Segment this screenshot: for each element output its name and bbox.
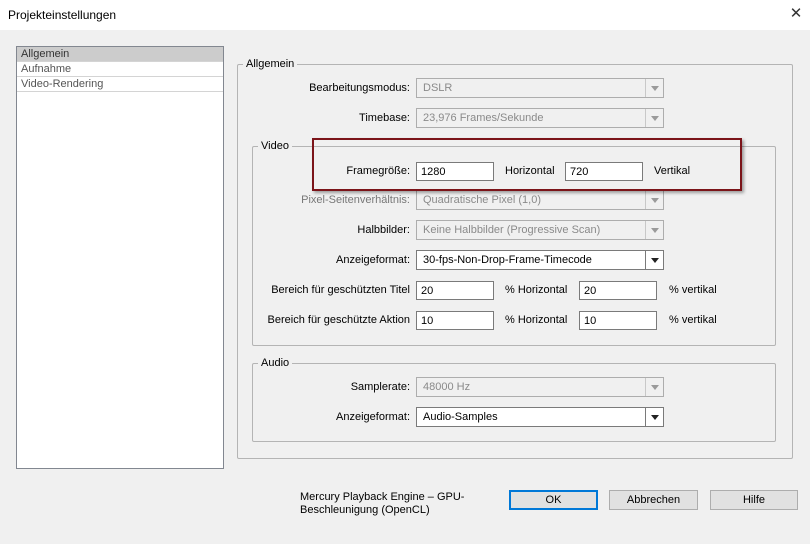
sidebar-item-video-rendering[interactable]: Video-Rendering: [17, 77, 223, 92]
audio-group-legend: Audio: [258, 357, 293, 369]
title-safe-horizontal-unit: % Horizontal: [505, 284, 568, 296]
timebase-dropdown[interactable]: 23,976 Frames/Sekunde: [416, 108, 664, 128]
title-safe-horizontal-input[interactable]: [416, 281, 494, 300]
audio-group: [252, 363, 776, 442]
window-title: Projekteinstellungen: [8, 8, 117, 22]
pixel-aspect-label: Pixel-Seitenverhältnis:: [301, 194, 410, 206]
sample-rate-label: Samplerate:: [350, 381, 410, 393]
action-safe-horizontal-input[interactable]: [416, 311, 494, 330]
timebase-value: 23,976 Frames/Sekunde: [423, 112, 544, 124]
title-bar: Projekteinstellungen ✕: [0, 0, 810, 30]
video-display-format-value: 30-fps-Non-Drop-Frame-Timecode: [423, 254, 592, 266]
help-button[interactable]: Hilfe: [710, 490, 798, 510]
settings-category-list: Allgemein Aufnahme Video-Rendering: [16, 46, 224, 469]
frame-size-highlight: [312, 138, 742, 191]
ok-button[interactable]: OK: [509, 490, 598, 510]
action-safe-vertical-unit: % vertikal: [669, 314, 717, 326]
title-safe-vertical-input[interactable]: [579, 281, 657, 300]
sample-rate-value: 48000 Hz: [423, 381, 471, 393]
action-safe-label: Bereich für geschützte Aktion: [267, 314, 410, 326]
timebase-label: Timebase:: [359, 112, 410, 124]
fields-value: Keine Halbbilder (Progressive Scan): [423, 224, 601, 236]
audio-display-format-dropdown[interactable]: Audio-Samples: [416, 407, 664, 427]
general-group-legend: Allgemein: [243, 58, 298, 70]
fields-label: Halbbilder:: [357, 224, 410, 236]
cancel-button[interactable]: Abbrechen: [609, 490, 698, 510]
audio-display-format-value: Audio-Samples: [423, 411, 498, 423]
chevron-down-icon: [645, 251, 663, 269]
audio-display-format-label: Anzeigeformat:: [336, 411, 410, 423]
chevron-down-icon: [645, 221, 663, 239]
title-safe-vertical-unit: % vertikal: [669, 284, 717, 296]
sidebar-item-allgemein[interactable]: Allgemein: [17, 47, 223, 62]
pixel-aspect-dropdown[interactable]: Quadratische Pixel (1,0): [416, 190, 664, 210]
action-safe-horizontal-unit: % Horizontal: [505, 314, 568, 326]
sample-rate-dropdown[interactable]: 48000 Hz: [416, 377, 664, 397]
close-icon[interactable]: ✕: [786, 4, 806, 24]
pixel-aspect-value: Quadratische Pixel (1,0): [423, 194, 541, 206]
chevron-down-icon: [645, 191, 663, 209]
edit-mode-dropdown[interactable]: DSLR: [416, 78, 664, 98]
chevron-down-icon: [645, 109, 663, 127]
sidebar-item-aufnahme[interactable]: Aufnahme: [17, 62, 223, 77]
fields-dropdown[interactable]: Keine Halbbilder (Progressive Scan): [416, 220, 664, 240]
chevron-down-icon: [645, 408, 663, 426]
video-display-format-label: Anzeigeformat:: [336, 254, 410, 266]
action-safe-vertical-input[interactable]: [579, 311, 657, 330]
title-safe-label: Bereich für geschützten Titel: [271, 284, 410, 296]
renderer-info: Mercury Playback Engine – GPU-Beschleuni…: [300, 491, 465, 516]
chevron-down-icon: [645, 378, 663, 396]
edit-mode-value: DSLR: [423, 82, 453, 94]
video-group-legend: Video: [258, 140, 292, 152]
edit-mode-label: Bearbeitungsmodus:: [309, 82, 410, 94]
video-display-format-dropdown[interactable]: 30-fps-Non-Drop-Frame-Timecode: [416, 250, 664, 270]
chevron-down-icon: [645, 79, 663, 97]
